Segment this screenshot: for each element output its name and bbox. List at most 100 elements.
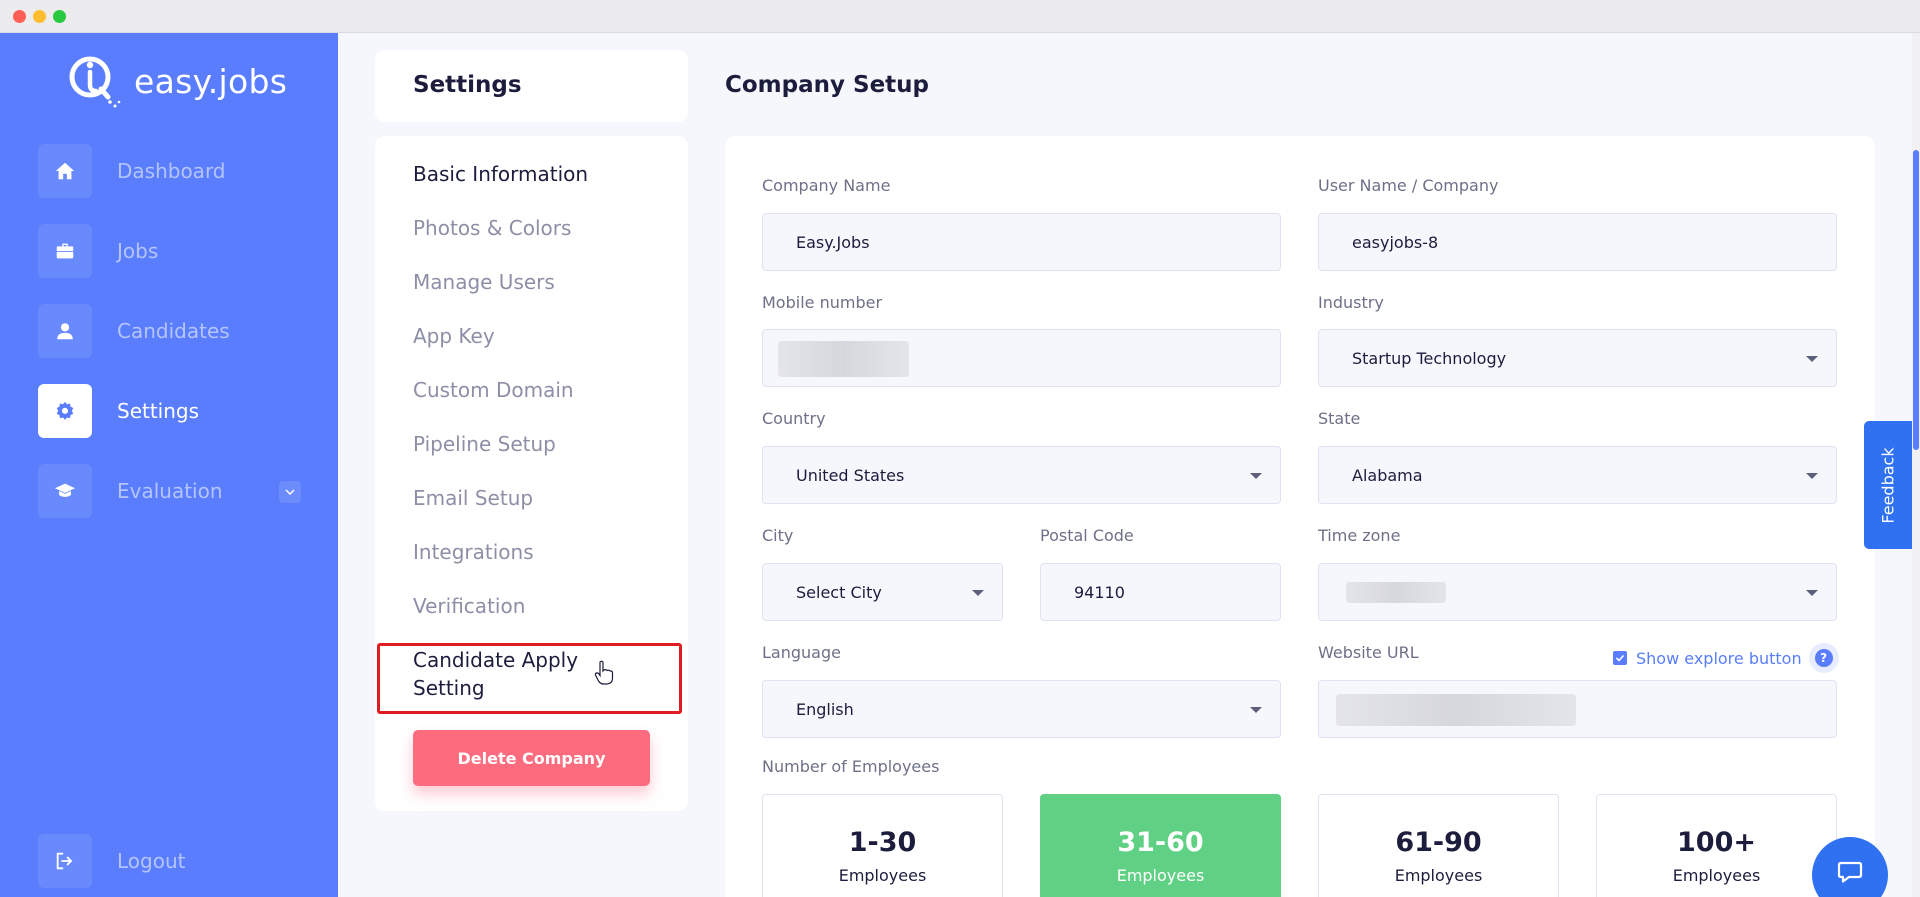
- easyjobs-logo-icon: [69, 56, 121, 108]
- postal-code-input[interactable]: 94110: [1040, 563, 1281, 621]
- feedback-button[interactable]: Feedback: [1864, 421, 1912, 549]
- nav-label: Evaluation: [117, 479, 223, 503]
- minimize-window-button[interactable]: [33, 10, 46, 23]
- employee-option-61-90[interactable]: 61-90 Employees: [1318, 794, 1559, 897]
- brand-name: easy.jobs: [134, 61, 288, 101]
- user-name-label: User Name / Company: [1318, 176, 1499, 195]
- scrollbar-thumb[interactable]: [1913, 150, 1919, 450]
- website-url-label: Website URL: [1318, 643, 1419, 662]
- show-explore-checkbox[interactable]: Show explore button ?: [1613, 643, 1839, 673]
- graduation-cap-icon: [54, 483, 76, 497]
- logout-icon: [56, 852, 73, 870]
- redacted-value: [1336, 694, 1576, 726]
- country-label: Country: [762, 409, 826, 428]
- postal-code-value: 94110: [1074, 582, 1125, 602]
- chevron-down-icon[interactable]: [279, 481, 301, 503]
- company-name-label: Company Name: [762, 176, 891, 195]
- page-title: Company Setup: [725, 72, 930, 98]
- maximize-window-button[interactable]: [53, 10, 66, 23]
- menu-item-photos-colors[interactable]: Photos & Colors: [413, 216, 571, 240]
- home-icon: [55, 162, 75, 180]
- company-name-input[interactable]: Easy.Jobs: [762, 213, 1281, 271]
- state-select[interactable]: Alabama: [1318, 446, 1837, 504]
- menu-item-integrations[interactable]: Integrations: [413, 540, 534, 564]
- mobile-number-label: Mobile number: [762, 293, 883, 312]
- logout-button[interactable]: Logout: [38, 834, 308, 888]
- brand-logo[interactable]: easy.jobs: [64, 51, 287, 111]
- employee-option-1-30[interactable]: 1-30 Employees: [762, 794, 1003, 897]
- redacted-value: [1346, 582, 1446, 603]
- feedback-label: Feedback: [1878, 446, 1898, 524]
- dropdown-arrow-icon: [1806, 590, 1818, 596]
- employee-range: 61-90: [1395, 827, 1482, 858]
- gear-icon: [56, 401, 74, 420]
- nav-item-candidates[interactable]: Candidates: [38, 304, 308, 358]
- menu-item-email-setup[interactable]: Email Setup: [413, 486, 533, 510]
- checkbox-checked-icon[interactable]: [1613, 651, 1627, 665]
- website-url-input[interactable]: [1318, 680, 1837, 738]
- chat-button[interactable]: [1812, 837, 1888, 897]
- settings-title: Settings: [413, 72, 522, 98]
- menu-item-pipeline-setup[interactable]: Pipeline Setup: [413, 432, 556, 456]
- dropdown-arrow-icon: [1806, 356, 1818, 362]
- nav-item-dashboard[interactable]: Dashboard: [38, 144, 308, 198]
- company-setup-form: Company Name Easy.Jobs User Name / Compa…: [725, 136, 1875, 897]
- employee-option-31-60[interactable]: 31-60 Employees: [1040, 794, 1281, 897]
- employee-unit: Employees: [1672, 866, 1761, 885]
- nav-label: Candidates: [117, 319, 230, 343]
- delete-company-button[interactable]: Delete Company: [413, 730, 650, 786]
- city-select[interactable]: Select City: [762, 563, 1003, 621]
- nav-item-evaluation[interactable]: Evaluation: [38, 464, 308, 518]
- country-value: United States: [796, 465, 905, 485]
- state-value: Alabama: [1352, 465, 1423, 485]
- employee-range: 1-30: [848, 827, 917, 858]
- employees-label: Number of Employees: [762, 757, 940, 776]
- menu-item-custom-domain[interactable]: Custom Domain: [413, 378, 574, 402]
- dropdown-arrow-icon: [1806, 473, 1818, 479]
- state-label: State: [1318, 409, 1361, 428]
- employee-unit: Employees: [1394, 866, 1483, 885]
- menu-item-manage-users[interactable]: Manage Users: [413, 270, 555, 294]
- industry-label: Industry: [1318, 293, 1384, 312]
- logout-label: Logout: [117, 849, 186, 873]
- help-icon[interactable]: ?: [1808, 643, 1839, 673]
- language-select[interactable]: English: [762, 680, 1281, 738]
- menu-item-basic-information[interactable]: Basic Information: [413, 162, 588, 186]
- time-zone-select[interactable]: [1318, 563, 1837, 621]
- menu-item-candidate-apply-setting[interactable]: Candidate Apply Setting: [413, 646, 613, 702]
- settings-menu-header: Settings: [375, 50, 688, 122]
- dropdown-arrow-icon: [1250, 707, 1262, 713]
- industry-select[interactable]: Startup Technology: [1318, 329, 1837, 387]
- mobile-number-input[interactable]: [762, 329, 1281, 387]
- employee-option-100-plus[interactable]: 100+ Employees: [1596, 794, 1837, 897]
- user-icon: [57, 323, 73, 340]
- language-value: English: [796, 699, 854, 719]
- close-window-button[interactable]: [13, 10, 26, 23]
- nav-item-jobs[interactable]: Jobs: [38, 224, 308, 278]
- city-label: City: [762, 526, 794, 545]
- employee-unit: Employees: [1116, 866, 1205, 885]
- chat-bubble-icon: [1837, 861, 1863, 883]
- hand-cursor-icon: [594, 660, 614, 685]
- employee-unit: Employees: [838, 866, 927, 885]
- time-zone-label: Time zone: [1318, 526, 1401, 545]
- settings-menu: Basic Information Photos & Colors Manage…: [375, 136, 688, 811]
- show-explore-label: Show explore button: [1636, 648, 1802, 668]
- redacted-value: [778, 341, 909, 377]
- nav-item-settings[interactable]: Settings: [38, 384, 308, 438]
- employee-range: 31-60: [1117, 827, 1204, 858]
- city-value: Select City: [796, 582, 882, 602]
- menu-item-app-key[interactable]: App Key: [413, 324, 495, 348]
- postal-code-label: Postal Code: [1040, 526, 1134, 545]
- nav-label: Settings: [117, 399, 200, 423]
- dropdown-arrow-icon: [1250, 473, 1262, 479]
- briefcase-icon: [56, 243, 74, 259]
- user-name-input[interactable]: easyjobs-8: [1318, 213, 1837, 271]
- menu-item-verification[interactable]: Verification: [413, 594, 525, 618]
- window-titlebar: [0, 0, 1920, 33]
- language-label: Language: [762, 643, 841, 662]
- nav-label: Dashboard: [117, 159, 226, 183]
- nav-label: Jobs: [117, 239, 159, 263]
- country-select[interactable]: United States: [762, 446, 1281, 504]
- user-name-value: easyjobs-8: [1352, 232, 1439, 252]
